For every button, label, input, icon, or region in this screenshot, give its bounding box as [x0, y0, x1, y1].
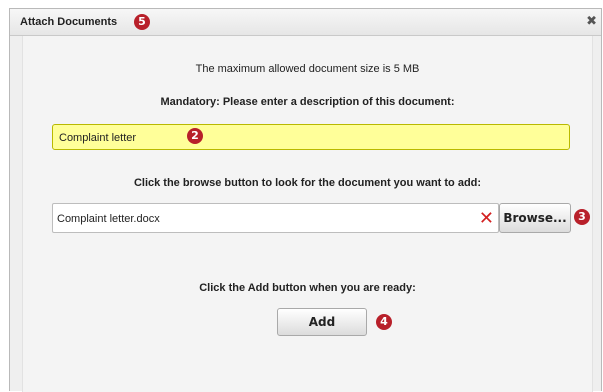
- dialog-titlebar: Attach Documents 5 ✖: [10, 9, 601, 36]
- add-instruction: Click the Add button when you are ready:: [199, 282, 416, 294]
- step-badge-5: 5: [134, 14, 150, 30]
- description-input-value: Complaint letter: [59, 132, 137, 144]
- step-badge-2: 2: [187, 128, 203, 144]
- step-badge-4: 4: [376, 314, 392, 330]
- attach-documents-dialog: Attach Documents 5 ✖ The maximum allowed…: [9, 8, 602, 392]
- dialog-title: Attach Documents: [20, 16, 118, 28]
- file-path-value: Complaint letter.docx: [57, 213, 160, 225]
- browse-instruction: Click the browse button to look for the …: [133, 177, 482, 189]
- add-button[interactable]: Add: [277, 308, 367, 336]
- max-size-notice: The maximum allowed document size is 5 M…: [195, 63, 420, 75]
- close-icon[interactable]: ✖: [586, 13, 597, 29]
- browse-button[interactable]: Browse...: [499, 203, 571, 233]
- dialog-body: The maximum allowed document size is 5 M…: [22, 36, 593, 392]
- file-path-input[interactable]: Complaint letter.docx ✕: [52, 203, 499, 233]
- step-badge-3: 3: [574, 209, 590, 225]
- clear-file-icon[interactable]: ✕: [479, 208, 494, 228]
- description-label: Mandatory: Please enter a description of…: [160, 96, 455, 108]
- description-input[interactable]: Complaint letter: [52, 124, 570, 150]
